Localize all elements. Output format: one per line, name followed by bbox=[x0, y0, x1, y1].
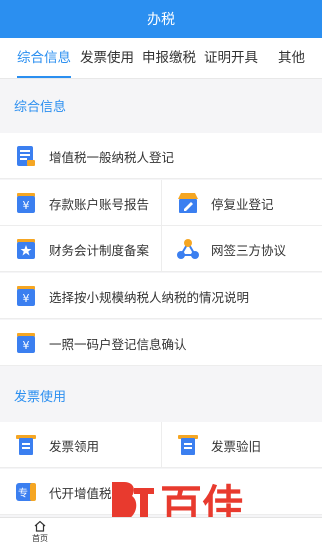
section-heading-invoice: 发票使用 bbox=[0, 376, 322, 420]
yen-card-icon: ¥ bbox=[17, 193, 35, 213]
yen-card-icon: ¥ bbox=[17, 286, 35, 306]
nav-home[interactable]: 首页 bbox=[24, 520, 56, 544]
list-row: ¥ 选择按小规模纳税人纳税的情况说明 bbox=[0, 273, 322, 319]
menu-item-label: 发票验旧 bbox=[211, 438, 262, 454]
nav-home-label: 首页 bbox=[32, 534, 48, 543]
bottom-navigation: 首页 bbox=[0, 517, 322, 550]
list-row: 增值税一般纳税人登记 bbox=[0, 133, 322, 179]
special-badge-text: 专 bbox=[18, 487, 28, 500]
star-card-icon bbox=[17, 239, 35, 259]
svg-text:¥: ¥ bbox=[23, 199, 30, 212]
list-row: 财务会计制度备案 网签三方协议 bbox=[0, 226, 322, 272]
page-title: 办税 bbox=[147, 12, 175, 28]
tab-other[interactable]: 其他 bbox=[278, 38, 305, 79]
list-row: ¥ 存款账户账号报告 停复业登记 bbox=[0, 180, 322, 226]
section-heading-general: 综合信息 bbox=[0, 86, 322, 130]
menu-item-label: 财务会计制度备案 bbox=[49, 242, 150, 258]
shop-edit-icon bbox=[178, 193, 198, 213]
menu-item-license-confirmation[interactable]: ¥ 一照一码户登记信息确认 bbox=[0, 320, 322, 366]
menu-item-label: 代开增值税 bbox=[49, 485, 112, 501]
svg-text:¥: ¥ bbox=[23, 292, 30, 305]
tab-invoice-use[interactable]: 发票使用 bbox=[80, 38, 134, 79]
network-nodes-icon bbox=[177, 239, 199, 259]
title-bar: 办税 bbox=[0, 0, 322, 38]
invoice-icon bbox=[178, 435, 198, 455]
home-icon bbox=[34, 520, 46, 532]
menu-item-invoice-claim[interactable]: 发票领用 bbox=[0, 422, 161, 468]
menu-item-label: 一照一码户登记信息确认 bbox=[49, 336, 187, 352]
tab-general-info[interactable]: 综合信息 bbox=[17, 38, 71, 79]
category-tabs: 综合信息 发票使用 申报缴税 证明开具 其他 bbox=[0, 38, 322, 79]
menu-item-accounting-filing[interactable]: 财务会计制度备案 bbox=[0, 226, 161, 272]
menu-item-label: 增值税一般纳税人登记 bbox=[49, 149, 175, 165]
yen-card-icon: ¥ bbox=[17, 333, 35, 353]
tab-certificates[interactable]: 证明开具 bbox=[204, 38, 258, 79]
svg-text:¥: ¥ bbox=[23, 339, 30, 352]
menu-item-deposit-account-report[interactable]: ¥ 存款账户账号报告 bbox=[0, 180, 161, 226]
list-row: ¥ 一照一码户登记信息确认 bbox=[0, 320, 322, 366]
menu-item-label: 存款账户账号报告 bbox=[49, 196, 150, 212]
tab-declare-pay[interactable]: 申报缴税 bbox=[142, 38, 196, 79]
menu-item-tripartite-agreement[interactable]: 网签三方协议 bbox=[161, 226, 322, 272]
list-row: 发票领用 发票验旧 bbox=[0, 422, 322, 468]
menu-item-label: 网签三方协议 bbox=[211, 242, 287, 258]
menu-item-suspend-resume[interactable]: 停复业登记 bbox=[161, 180, 322, 226]
special-invoice-icon: 专 bbox=[16, 483, 36, 501]
menu-item-vat-registration[interactable]: 增值税一般纳税人登记 bbox=[0, 133, 322, 179]
menu-item-invoice-verify[interactable]: 发票验旧 bbox=[161, 422, 322, 468]
menu-item-label: 停复业登记 bbox=[211, 196, 274, 212]
invoice-icon bbox=[16, 435, 36, 455]
menu-item-small-scale-statement[interactable]: ¥ 选择按小规模纳税人纳税的情况说明 bbox=[0, 273, 322, 319]
menu-item-label: 选择按小规模纳税人纳税的情况说明 bbox=[49, 289, 250, 305]
document-list-icon bbox=[17, 146, 35, 166]
menu-item-label: 发票领用 bbox=[49, 438, 100, 454]
